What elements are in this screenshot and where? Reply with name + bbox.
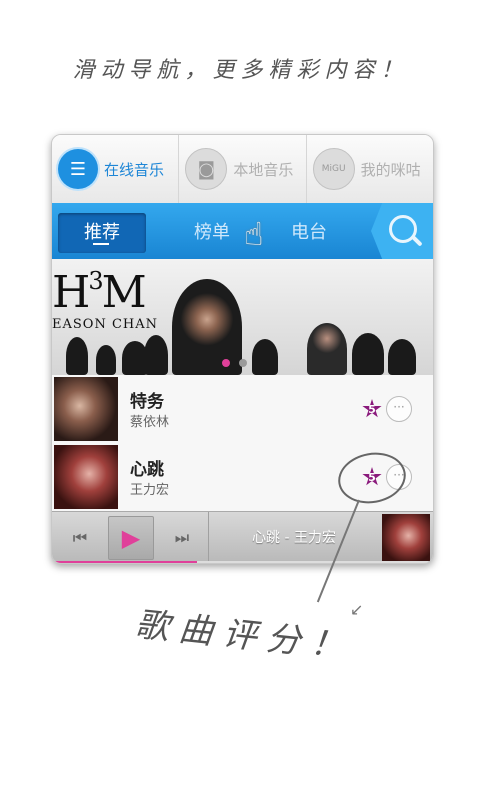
page-dot <box>239 359 247 367</box>
song-title: 特务 <box>130 392 164 412</box>
banner-figure <box>388 339 416 375</box>
featured-banner[interactable]: H3M EASON CHAN <box>52 259 433 375</box>
now-playing-text[interactable]: 心跳 - 王力宏 <box>208 512 379 563</box>
rating-hint-text: 歌曲评分！ <box>133 604 357 668</box>
nav-charts[interactable]: 榜单 <box>180 213 244 253</box>
play-button[interactable]: ▶ <box>108 516 154 560</box>
album-cover <box>54 377 118 441</box>
song-artist: 蔡依林 <box>130 415 170 430</box>
ipod-icon: ◙ <box>185 148 228 190</box>
active-tab-indicator <box>93 243 109 245</box>
banner-figure <box>252 339 278 375</box>
tab-local-music-label: 本地音乐 <box>233 160 294 179</box>
now-playing-cover[interactable] <box>382 514 430 562</box>
banner-artist: EASON CHAN <box>52 317 158 332</box>
nav-recommend[interactable]: 推荐 <box>58 213 146 253</box>
next-track-button[interactable]: ⏭ <box>164 522 200 554</box>
previous-track-button[interactable]: ⏮ <box>62 522 98 554</box>
tab-online-music-label: 在线音乐 <box>104 160 165 179</box>
swipe-hint-text: 滑动导航，更多精彩内容！ <box>72 58 409 83</box>
album-cover <box>54 445 118 509</box>
list-icon: ☰ <box>58 149 98 189</box>
banner-figure <box>96 345 116 375</box>
nav-radio[interactable]: 电台 <box>277 213 341 253</box>
song-title: 心跳 <box>130 460 164 480</box>
search-icon-handle <box>411 235 423 247</box>
song-artist: 王力宏 <box>130 483 170 498</box>
banner-page-indicator <box>222 359 247 367</box>
tab-my-migu-label: 我的咪咕 <box>360 160 421 179</box>
annotation-arrow-head: ↙ <box>350 600 364 619</box>
migu-logo-icon: MiGU <box>312 148 355 190</box>
tab-my-migu[interactable]: MiGU 我的咪咕 <box>307 135 433 203</box>
more-options-button[interactable]: ··· <box>386 396 412 422</box>
search-button[interactable] <box>371 203 433 259</box>
playback-progress-fill <box>52 561 197 563</box>
tab-online-music[interactable]: ☰ 在线音乐 <box>52 135 180 203</box>
song-row[interactable]: 特务 蔡依林 5 ··· <box>52 375 433 444</box>
player-bar: ⏮ ▶ ⏭ 心跳 - 王力宏 <box>52 511 433 563</box>
category-nav: 推荐 榜单 电台 <box>52 203 433 259</box>
banner-figure <box>307 323 347 375</box>
banner-figure <box>66 337 88 375</box>
source-tab-bar: ☰ 在线音乐 ◙ 本地音乐 MiGU 我的咪咕 <box>52 135 433 203</box>
playback-progress[interactable] <box>52 561 433 563</box>
swipe-gesture-icon: ☝ <box>244 215 264 253</box>
banner-figure <box>352 333 384 375</box>
rating-star-icon[interactable]: 5 <box>362 399 382 418</box>
banner-figure <box>144 335 168 375</box>
page-dot-active <box>222 359 230 367</box>
tab-local-music[interactable]: ◙ 本地音乐 <box>179 135 307 203</box>
banner-title: H3M <box>52 267 147 318</box>
